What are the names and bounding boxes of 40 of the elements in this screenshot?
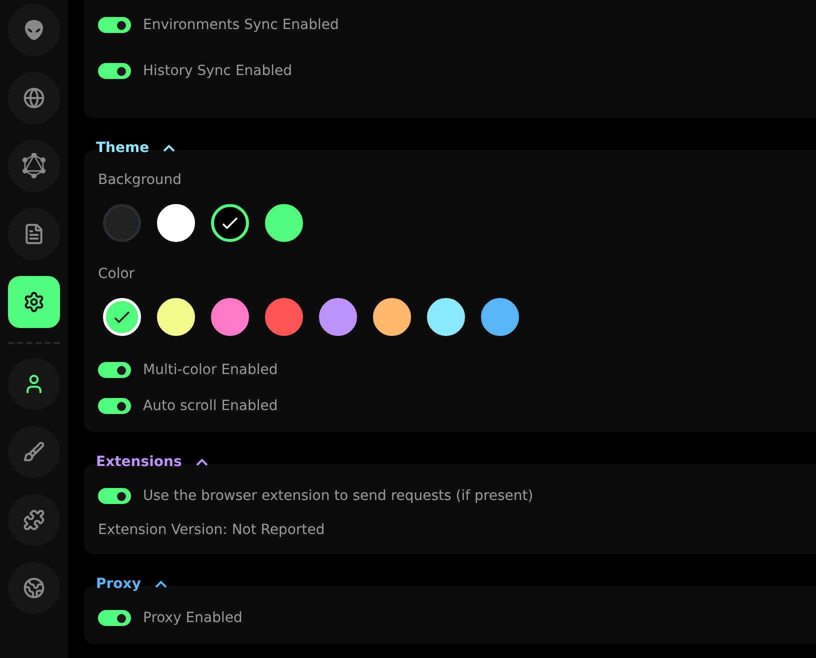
- color-swatch[interactable]: [265, 298, 303, 336]
- document-icon: [23, 223, 45, 245]
- alien-icon: [24, 19, 44, 41]
- check-icon: [114, 311, 130, 323]
- earth-icon: [23, 577, 45, 599]
- toggle-label: History Sync Enabled: [143, 63, 292, 79]
- color-swatch[interactable]: [211, 298, 249, 336]
- toggle-switch[interactable]: [98, 610, 131, 626]
- settings-icon: [23, 291, 45, 313]
- toggle-label: Auto scroll Enabled: [143, 398, 278, 414]
- toggle-label: Multi-color Enabled: [143, 362, 278, 378]
- sidebar-button[interactable]: [8, 276, 60, 328]
- section-title: Extensions: [96, 454, 182, 470]
- toggle-label: Environments Sync Enabled: [143, 17, 339, 33]
- color-swatch[interactable]: [481, 298, 519, 336]
- toggle-switch[interactable]: [98, 362, 131, 378]
- chevron-icon: [154, 580, 167, 588]
- setting-label: Background: [98, 171, 183, 190]
- puzzle-icon: [23, 509, 45, 531]
- graph-icon: [22, 153, 46, 179]
- setting-label: Extension Version: Not Reported: [98, 521, 326, 540]
- collapse-button[interactable]: [163, 144, 176, 152]
- section-title: Proxy: [96, 576, 141, 592]
- collapse-button[interactable]: [196, 458, 208, 466]
- collapse-button[interactable]: [154, 580, 167, 588]
- chevron-icon: [196, 458, 208, 466]
- toggle-switch[interactable]: [98, 17, 131, 33]
- color-swatch[interactable]: [319, 298, 357, 336]
- toggle-switch[interactable]: [98, 488, 131, 504]
- check-icon: [222, 217, 238, 229]
- brush-icon: [23, 441, 45, 463]
- toggle-label: Proxy Enabled: [143, 610, 242, 626]
- globe-icon: [23, 87, 45, 109]
- section-title: Theme: [96, 140, 150, 156]
- toggle-switch[interactable]: [98, 63, 131, 79]
- toggle-label: Use the browser extension to send requests (if present): [143, 488, 534, 504]
- chevron-icon: [163, 144, 176, 152]
- setting-label: Color: [98, 265, 136, 284]
- color-swatch[interactable]: [103, 204, 141, 242]
- toggle-switch[interactable]: [98, 398, 131, 414]
